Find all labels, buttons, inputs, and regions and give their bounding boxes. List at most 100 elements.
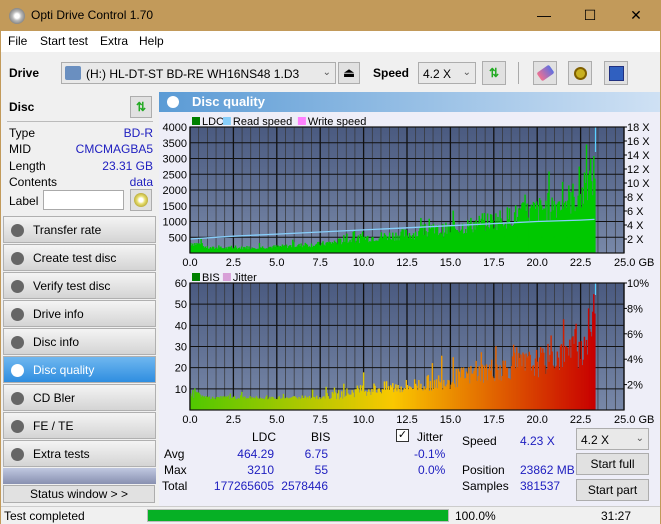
stats-col-ldc: LDC bbox=[252, 430, 277, 444]
disc-icon bbox=[134, 193, 148, 207]
disc-label-input[interactable] bbox=[43, 190, 124, 210]
x-tick-label: 10.0 bbox=[353, 414, 374, 426]
disc-mid-key: MID bbox=[9, 142, 31, 156]
disc-label-key: Label bbox=[9, 194, 39, 208]
disc-label-button[interactable] bbox=[130, 189, 152, 211]
x-tick-label: 25.0 GB bbox=[614, 257, 654, 269]
nav-label: Disc quality bbox=[33, 363, 95, 377]
nav-label: Transfer rate bbox=[33, 223, 102, 237]
speed-select-value: 4.2 X bbox=[423, 67, 452, 81]
x-tick-label: 7.5 bbox=[313, 257, 328, 269]
nav-transfer-rate[interactable]: Transfer rate bbox=[3, 216, 156, 243]
menu-extra[interactable]: Extra bbox=[100, 34, 128, 48]
stats-total-ldc: 177265605 bbox=[213, 479, 274, 493]
status-window-button[interactable]: Status window > > bbox=[3, 485, 155, 503]
x-tick-label: 0.0 bbox=[182, 414, 197, 426]
stats-max-ldc: 3210 bbox=[247, 463, 274, 477]
y-tick-label: 40 bbox=[175, 320, 187, 332]
y2-tick-label: 2% bbox=[627, 380, 643, 392]
nav-label: Verify test disc bbox=[33, 279, 111, 293]
x-tick-label: 5.0 bbox=[269, 414, 284, 426]
jitter-label: Jitter bbox=[417, 430, 444, 444]
y-tick-label: 2500 bbox=[163, 169, 187, 181]
nav-cd-bler[interactable]: CD Bler bbox=[3, 384, 156, 411]
disc-length-key: Length bbox=[9, 159, 46, 173]
disc-length-value: 23.31 GB bbox=[102, 159, 153, 173]
close-button[interactable]: ✕ bbox=[613, 0, 659, 31]
menu-start-test[interactable]: Start test bbox=[40, 34, 88, 48]
nav-extra-tests[interactable]: Extra tests bbox=[3, 440, 156, 467]
refresh-button[interactable]: ⇅ bbox=[482, 61, 506, 85]
save-button[interactable] bbox=[604, 61, 628, 85]
cd-bler-icon bbox=[11, 392, 24, 405]
settings-button[interactable] bbox=[568, 61, 592, 85]
start-part-button[interactable]: Start part bbox=[576, 479, 649, 501]
nav-fe-te[interactable]: FE / TE bbox=[3, 412, 156, 439]
progress-bar bbox=[147, 509, 449, 522]
erase-button[interactable] bbox=[533, 61, 557, 85]
y-tick-label: 4000 bbox=[163, 122, 187, 134]
y-tick-label: 20 bbox=[175, 363, 187, 375]
nav-verify-test-disc[interactable]: Verify test disc bbox=[3, 272, 156, 299]
menu-bar: File Start test Extra Help bbox=[1, 31, 660, 52]
y2-tick-label: 10% bbox=[627, 278, 649, 290]
status-text: Test completed bbox=[4, 509, 85, 523]
minimize-button[interactable]: — bbox=[521, 0, 567, 31]
nav-filler bbox=[3, 468, 156, 484]
legend-label: Read speed bbox=[233, 116, 292, 128]
speed-stat-value: 4.23 X bbox=[520, 434, 555, 448]
disc-header: Disc bbox=[9, 100, 35, 114]
legend-swatch bbox=[297, 117, 306, 125]
maximize-button[interactable]: ☐ bbox=[567, 0, 613, 31]
nav-label: Disc info bbox=[33, 335, 80, 349]
nav-disc-quality[interactable]: Disc quality bbox=[3, 356, 156, 383]
y-tick-label: 3500 bbox=[163, 138, 187, 150]
start-full-button[interactable]: Start full bbox=[576, 453, 649, 475]
disc-contents-value: data bbox=[129, 175, 153, 189]
disc-type-row: Type BD-R bbox=[9, 126, 153, 140]
chevron-down-icon: ⌄ bbox=[635, 433, 644, 444]
nav-create-test-disc[interactable]: Create test disc bbox=[3, 244, 156, 271]
ldc-bar bbox=[594, 178, 596, 253]
stats-max-bis: 55 bbox=[314, 463, 328, 477]
nav-label: FE / TE bbox=[33, 419, 74, 433]
drive-icon bbox=[65, 66, 81, 80]
jitter-max: 0.0% bbox=[418, 463, 446, 477]
refresh-arrows-icon: ⇅ bbox=[135, 100, 147, 114]
stats-col-bis: BIS bbox=[311, 430, 331, 444]
drive-select[interactable]: (H:) HL-DT-ST BD-RE WH16NS48 1.D3 ⌄ bbox=[61, 62, 336, 84]
y-tick-label: 2000 bbox=[163, 185, 187, 197]
menu-help[interactable]: Help bbox=[139, 34, 164, 48]
extra-tests-icon bbox=[11, 448, 24, 461]
jitter-checkbox[interactable]: ✓ bbox=[396, 429, 409, 442]
eject-button[interactable]: ⏏ bbox=[338, 62, 360, 84]
disc-quality-icon bbox=[11, 364, 24, 377]
stats-total-bis: 2578446 bbox=[281, 479, 328, 493]
samples-label: Samples bbox=[462, 479, 509, 493]
menu-file[interactable]: File bbox=[8, 34, 27, 48]
progress-fill bbox=[148, 510, 448, 521]
speed-select[interactable]: 4.2 X ⌄ bbox=[418, 62, 476, 84]
x-tick-label: 12.5 bbox=[396, 414, 417, 426]
nav-disc-info[interactable]: Disc info bbox=[3, 328, 156, 355]
status-bar: Test completed 100.0% 31:27 bbox=[1, 506, 660, 524]
disc-refresh-button[interactable]: ⇅ bbox=[130, 96, 152, 118]
nav-label: CD Bler bbox=[33, 391, 76, 405]
disc-panel: Disc ⇅ Type BD-R MID CMCMAGBA5 Length 23.31… bbox=[3, 94, 155, 212]
stats-avg-label: Avg bbox=[164, 447, 185, 461]
y-tick-label: 10 bbox=[175, 384, 187, 396]
divider bbox=[7, 121, 153, 122]
disc-quality-panel: Disc quality LDC Read speed Write speed 400… bbox=[159, 92, 660, 506]
test-speed-select[interactable]: 4.2 X ⌄ bbox=[576, 428, 649, 450]
y2-tick-label: 2 X bbox=[627, 234, 644, 246]
legend-label: Jitter bbox=[233, 272, 257, 284]
panel-title: Disc quality bbox=[192, 94, 265, 109]
y2-tick-label: 6% bbox=[627, 329, 643, 341]
y-tick-label: 1000 bbox=[163, 217, 187, 229]
y-tick-label: 1500 bbox=[163, 201, 187, 213]
disc-mid-row: MID CMCMAGBA5 bbox=[9, 142, 153, 156]
nav-drive-info[interactable]: Drive info bbox=[3, 300, 156, 327]
nav-label: Drive info bbox=[33, 307, 84, 321]
bis-bar bbox=[594, 313, 596, 410]
x-tick-label: 17.5 bbox=[483, 257, 504, 269]
